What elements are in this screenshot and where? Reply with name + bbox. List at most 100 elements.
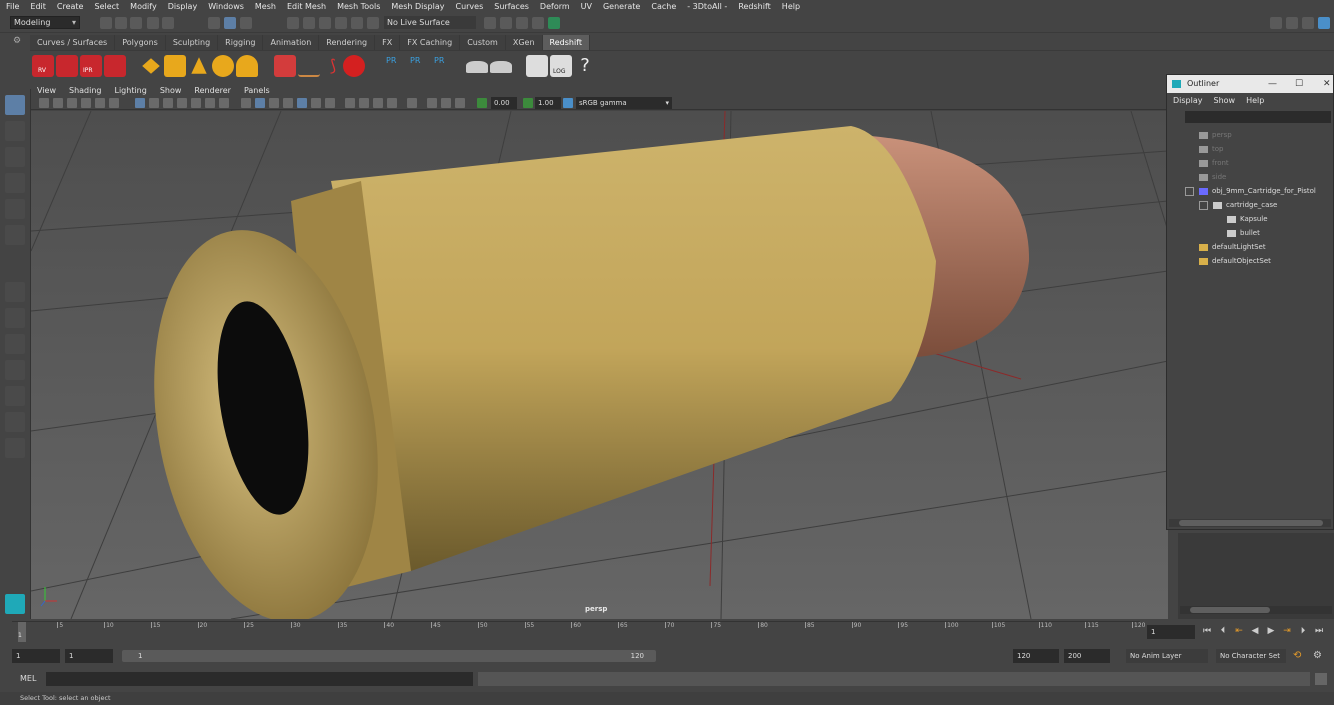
camera-select-icon[interactable] <box>39 98 49 108</box>
shelf-tab-polygons[interactable]: Polygons <box>115 35 166 50</box>
menu-modify[interactable]: Modify <box>130 2 157 11</box>
live-surface-field[interactable]: No Live Surface <box>384 16 476 29</box>
outliner-item[interactable]: side <box>1199 171 1226 184</box>
multisample-aa-icon[interactable] <box>373 98 383 108</box>
snap-view-icon[interactable] <box>335 17 347 29</box>
log-button[interactable]: LOG <box>550 55 572 77</box>
textured-icon[interactable] <box>297 98 307 108</box>
new-scene-icon[interactable] <box>100 17 112 29</box>
current-frame-field[interactable]: 1 <box>1147 625 1195 639</box>
custom-layout-icon[interactable] <box>5 438 25 458</box>
hypershade-icon[interactable] <box>548 17 560 29</box>
redo-icon[interactable] <box>162 17 174 29</box>
x-ray-components-icon[interactable] <box>455 98 465 108</box>
proxy-button[interactable] <box>274 55 296 77</box>
outliner-item[interactable]: front <box>1199 157 1229 170</box>
viewport-menu-panels[interactable]: Panels <box>244 86 270 95</box>
animation-start-field[interactable]: 1 <box>12 649 60 663</box>
graph-persp-layout-icon[interactable] <box>5 386 25 406</box>
outliner-horizontal-scrollbar[interactable] <box>1169 519 1331 527</box>
scale-tool-icon[interactable] <box>5 225 25 245</box>
bookmark-icon[interactable] <box>67 98 77 108</box>
outliner-item[interactable]: bullet <box>1227 227 1260 240</box>
isolate-select-icon[interactable] <box>407 98 417 108</box>
shelf-tab-rendering[interactable]: Rendering <box>319 35 376 50</box>
select-object-icon[interactable] <box>224 17 236 29</box>
snap-curve-icon[interactable] <box>303 17 315 29</box>
environment-fog-button[interactable] <box>490 61 512 73</box>
light-area-button[interactable] <box>142 58 160 74</box>
live-surface-icon[interactable] <box>367 17 379 29</box>
redshift-ipr-button[interactable]: IPR <box>80 55 102 77</box>
menu-create[interactable]: Create <box>57 2 84 11</box>
render-frame-icon[interactable] <box>500 17 512 29</box>
toggle-channel-box-icon[interactable] <box>1302 17 1314 29</box>
shadows-icon[interactable] <box>325 98 335 108</box>
default-material-icon[interactable] <box>269 98 279 108</box>
outliner-menu-help[interactable]: Help <box>1246 96 1264 105</box>
redshift-render-view-button[interactable]: RV <box>32 55 54 77</box>
close-icon[interactable]: ✕ <box>1323 75 1331 93</box>
rotate-tool-icon[interactable] <box>5 199 25 219</box>
gamma-icon[interactable] <box>523 98 533 108</box>
menu-help[interactable]: Help <box>782 2 800 11</box>
menu-uv[interactable]: UV <box>581 2 592 11</box>
render-settings-icon[interactable] <box>484 17 496 29</box>
camera-attributes-icon[interactable] <box>53 98 63 108</box>
light-portal-button[interactable] <box>236 55 258 77</box>
menu-mesh[interactable]: Mesh <box>255 2 276 11</box>
step-back-key-icon[interactable]: ⇤ <box>1234 626 1244 636</box>
2d-pan-zoom-icon[interactable] <box>95 98 105 108</box>
x-ray-joints-icon[interactable] <box>441 98 451 108</box>
snap-grid-icon[interactable] <box>287 17 299 29</box>
use-all-lights-icon[interactable] <box>311 98 321 108</box>
toggle-modeling-toolkit-icon[interactable] <box>1318 17 1330 29</box>
character-set-dropdown[interactable]: No Character Set <box>1216 649 1286 663</box>
range-slider[interactable]: 1 120 <box>122 650 656 662</box>
menu-edit[interactable]: Edit <box>30 2 46 11</box>
light-spot-button[interactable] <box>191 57 207 74</box>
select-hierarchy-icon[interactable] <box>208 17 220 29</box>
grease-pencil-icon[interactable] <box>109 98 119 108</box>
step-forward-key-icon[interactable]: ⇥ <box>1282 626 1292 636</box>
script-editor-icon[interactable] <box>1315 673 1327 685</box>
field-chart-icon[interactable] <box>191 98 201 108</box>
animation-preferences-icon[interactable]: ⚙ <box>1313 650 1325 662</box>
safe-action-icon[interactable] <box>205 98 215 108</box>
shelf-tab-animation[interactable]: Animation <box>263 35 320 50</box>
shelf-tab-fx[interactable]: FX <box>375 35 401 50</box>
x-ray-icon[interactable] <box>427 98 437 108</box>
gate-mask-icon[interactable] <box>177 98 187 108</box>
select-tool-icon[interactable] <box>5 95 25 115</box>
smooth-shade-icon[interactable] <box>255 98 265 108</box>
screen-space-ao-icon[interactable] <box>345 98 355 108</box>
minimize-icon[interactable]: — <box>1268 75 1277 93</box>
lasso-tool-icon[interactable] <box>5 121 25 141</box>
undo-icon[interactable] <box>147 17 159 29</box>
save-scene-icon[interactable] <box>130 17 142 29</box>
pr-post-button-2[interactable]: PR <box>406 55 428 77</box>
resolution-gate-icon[interactable] <box>163 98 173 108</box>
anim-layer-dropdown[interactable]: No Anim Layer <box>1126 649 1208 663</box>
collapse-toggle-icon[interactable] <box>1185 187 1194 196</box>
hypershade-persp-layout-icon[interactable] <box>5 412 25 432</box>
snap-point-icon[interactable] <box>319 17 331 29</box>
collapse-toggle-icon[interactable] <box>1199 201 1208 210</box>
play-backwards-icon[interactable]: ◀ <box>1250 626 1260 636</box>
playback-end-field[interactable]: 120 <box>1013 649 1059 663</box>
shelf-tab-sculpting[interactable]: Sculpting <box>165 35 219 50</box>
snap-surface-icon[interactable] <box>351 17 363 29</box>
command-language-label[interactable]: MEL <box>20 673 36 685</box>
step-forward-frame-icon[interactable]: ⏵ <box>1298 626 1308 636</box>
view-transform-dropdown[interactable]: sRGB gamma ▾ <box>576 97 672 109</box>
outliner-item[interactable]: persp <box>1199 129 1232 142</box>
menu-select[interactable]: Select <box>94 2 119 11</box>
shelf-tab-rigging[interactable]: Rigging <box>218 35 264 50</box>
image-plane-icon[interactable] <box>81 98 91 108</box>
help-icon[interactable]: ? <box>574 55 596 77</box>
shelf-settings-icon[interactable]: ⚙ <box>13 36 23 50</box>
redshift-render-button[interactable] <box>56 55 78 77</box>
step-back-frame-icon[interactable]: ⏴ <box>1218 626 1228 636</box>
viewport-persp[interactable] <box>31 111 1168 619</box>
menu-display[interactable]: Display <box>168 2 198 11</box>
